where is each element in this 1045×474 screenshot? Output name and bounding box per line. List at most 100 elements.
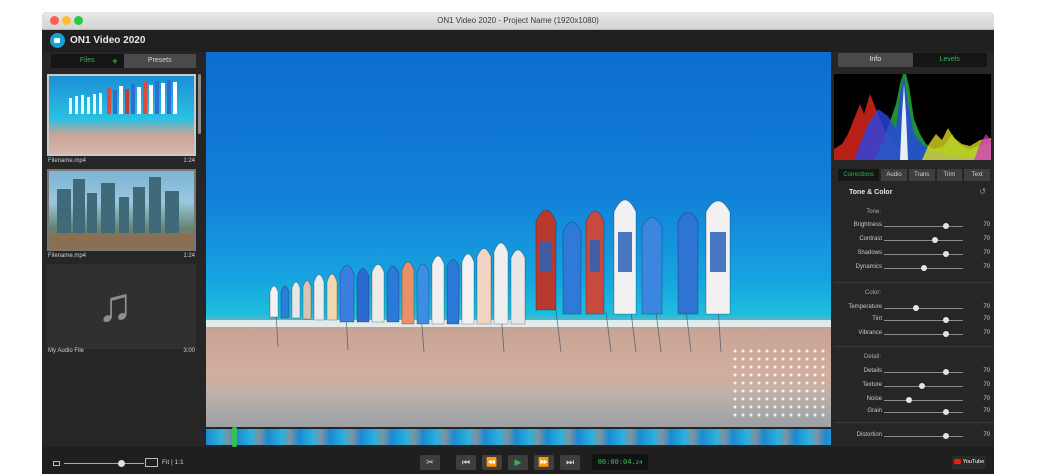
zoom-slider-knob[interactable]	[118, 460, 126, 467]
media-thumbnail-boats[interactable]	[47, 74, 196, 156]
slider-row-texture: Texture 70	[834, 382, 994, 392]
slider-knob[interactable]	[906, 397, 913, 403]
fast-forward-button[interactable]: ⏩	[534, 455, 554, 470]
media-duration: 1:24	[183, 158, 195, 164]
city-thumbnail-image	[49, 177, 194, 249]
slider-track[interactable]	[884, 436, 963, 437]
tab-audio[interactable]: Audio	[881, 169, 907, 181]
slider-knob[interactable]	[932, 237, 939, 243]
slider-knob[interactable]	[912, 305, 919, 311]
section-divider	[834, 346, 994, 347]
video-preview[interactable]	[206, 52, 831, 427]
rewind-button[interactable]: ⏪	[482, 455, 502, 470]
slider-label: Temperature	[848, 304, 882, 310]
slider-knob[interactable]	[918, 383, 925, 389]
preview-boats-image	[269, 199, 731, 353]
group-label-tone: Tone:	[866, 209, 881, 215]
slider-knob[interactable]	[942, 223, 949, 229]
tab-trans[interactable]: Trans	[908, 169, 935, 181]
timecode-value: 00:00:04	[597, 458, 632, 466]
play-button[interactable]: ▶	[508, 455, 528, 470]
zoom-slider-track[interactable]	[64, 463, 144, 464]
slider-track[interactable]	[884, 308, 963, 309]
group-label-color: Color:	[864, 290, 881, 296]
adjustments-panel: Info Levels Corrections Audio Trans Trim…	[834, 52, 994, 447]
app-name: ON1 Video 2020	[70, 35, 146, 46]
slider-track[interactable]	[884, 334, 963, 335]
timecode-frames: 24	[635, 460, 643, 466]
timeline-playhead[interactable]	[232, 427, 237, 447]
timeline-filmstrip[interactable]	[206, 429, 831, 445]
slider-label: Noise	[866, 396, 882, 402]
slider-row-dynamics: Dynamics 70	[834, 264, 994, 274]
slider-track[interactable]	[884, 412, 963, 413]
cut-icon[interactable]: ✂	[420, 455, 440, 470]
section-divider	[834, 422, 994, 423]
slider-row-vibrance: Vibrance 70	[834, 330, 994, 340]
slider-track[interactable]	[884, 226, 963, 227]
slider-row-noise: Noise 70	[834, 396, 994, 406]
tab-text[interactable]: Text	[964, 169, 991, 181]
media-filename: Filename.mp4	[48, 158, 87, 164]
zoom-in-icon[interactable]	[145, 458, 158, 467]
title-bar: ON1 Video 2020 - Project Name (1920x1080…	[42, 12, 994, 30]
slider-track[interactable]	[884, 254, 963, 255]
media-duration: 3:00	[183, 348, 195, 354]
slider-knob[interactable]	[942, 331, 949, 337]
slider-track[interactable]	[884, 400, 963, 401]
slider-row-distortion: Distortion 70	[834, 432, 994, 442]
slider-row-shadows: Shadows 70	[834, 250, 994, 260]
music-note-icon: ♫	[97, 279, 133, 332]
slider-label: Tint	[872, 316, 882, 322]
skip-to-start-button[interactable]: ⏮	[456, 455, 476, 470]
slider-label: Grain	[867, 408, 882, 414]
slider-knob[interactable]	[920, 265, 927, 271]
media-tabs: Files + Presets	[51, 54, 196, 68]
slider-row-details: Details 70	[834, 368, 994, 378]
slider-row-contrast: Contrast 70	[834, 236, 994, 246]
slider-value: 70	[983, 382, 990, 388]
slider-row-tint: Tint 70	[834, 316, 994, 326]
youtube-export-button[interactable]: YouTube	[952, 456, 986, 469]
slider-label: Details	[863, 368, 882, 374]
slider-value: 70	[983, 316, 990, 322]
slider-track[interactable]	[884, 320, 963, 321]
slider-value: 70	[983, 330, 990, 336]
slider-knob[interactable]	[942, 317, 949, 323]
slider-track[interactable]	[884, 372, 963, 373]
tab-corrections[interactable]: Corrections	[838, 169, 880, 181]
correction-tabs: Corrections Audio Trans Trim Text	[838, 169, 991, 181]
tab-levels[interactable]: Levels	[912, 53, 987, 67]
reset-icon[interactable]: ↺	[979, 187, 986, 196]
add-file-button[interactable]: +	[112, 54, 117, 68]
slider-track[interactable]	[884, 240, 963, 241]
app-header: ON1 Video 2020	[42, 30, 994, 52]
boats-thumbnail-image	[69, 80, 177, 114]
section-title: Tone & Color	[849, 189, 893, 196]
media-browser-panel: Files + Presets Filename.mp4 1:24 Filena…	[42, 52, 203, 456]
tab-files[interactable]: Files +	[51, 54, 124, 68]
app-logo-icon	[50, 33, 65, 48]
media-thumbnail-city[interactable]	[47, 169, 196, 251]
media-scrollbar[interactable]	[198, 74, 201, 134]
slider-value: 70	[983, 250, 990, 256]
skip-to-end-button[interactable]: ⏭	[560, 455, 580, 470]
fit-zoom-label[interactable]: Fit | 1:1	[162, 459, 184, 466]
zoom-out-icon[interactable]	[53, 461, 60, 466]
slider-knob[interactable]	[942, 369, 949, 375]
slider-label: Distortion	[856, 432, 882, 438]
tab-info[interactable]: Info	[838, 53, 913, 67]
youtube-label: YouTube	[962, 459, 985, 465]
levels-histogram	[834, 74, 991, 160]
slider-label: Texture	[862, 382, 882, 388]
tab-trim[interactable]: Trim	[936, 169, 963, 181]
slider-knob[interactable]	[942, 409, 949, 415]
tab-presets[interactable]: Presets	[123, 54, 196, 68]
window-title: ON1 Video 2020 - Project Name (1920x1080…	[437, 16, 599, 25]
slider-knob[interactable]	[942, 433, 949, 439]
slider-label: Vibrance	[858, 330, 882, 336]
slider-knob[interactable]	[942, 251, 949, 257]
slider-row-brightness: Brightness 70	[834, 222, 994, 232]
tab-files-label: Files	[79, 57, 95, 64]
slider-row-grain: Grain 70	[834, 408, 994, 418]
